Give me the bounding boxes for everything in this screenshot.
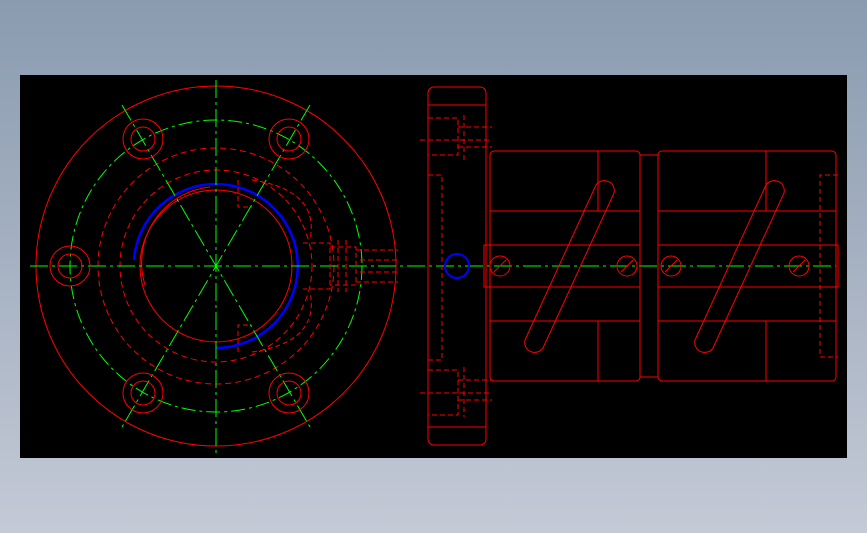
hidden-bore-flange (428, 174, 443, 361)
cad-viewport[interactable] (20, 75, 847, 458)
hidden-bolt-bottom (420, 367, 492, 417)
front-view (30, 80, 836, 453)
hidden-bolt-top (420, 115, 492, 160)
cad-drawing (30, 80, 839, 453)
